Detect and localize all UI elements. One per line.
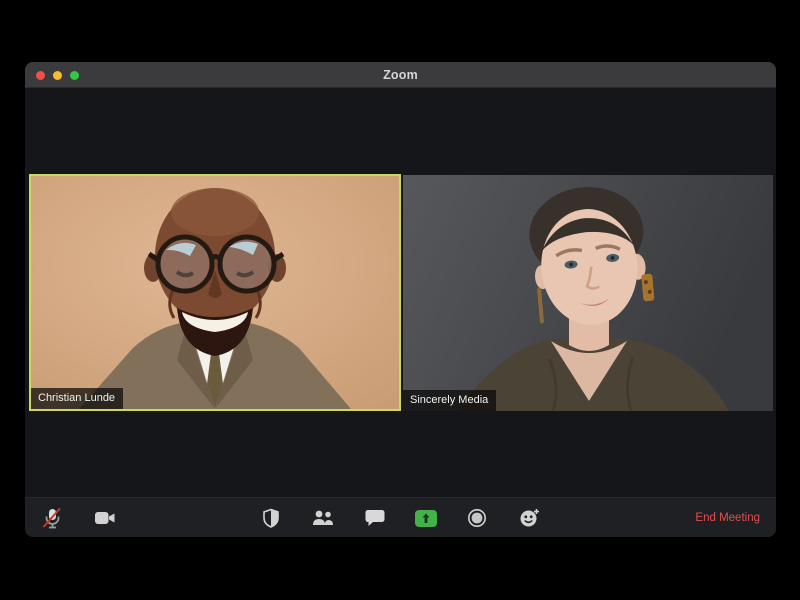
minimize-window-button[interactable] <box>53 70 62 80</box>
record-icon <box>468 509 486 527</box>
reactions-icon <box>520 509 539 527</box>
fullscreen-window-button[interactable] <box>70 70 79 80</box>
participant-video-sincerely-media <box>403 175 773 411</box>
chat-button[interactable] <box>361 504 389 532</box>
desktop: { "window": { "title": "Zoom", "controls… <box>0 0 800 600</box>
participant-name-label: Christian Lunde <box>31 388 124 409</box>
zoom-window: Zoom Christian Lunde Sincerely Media End… <box>25 62 776 537</box>
window-titlebar[interactable]: Zoom <box>25 62 776 88</box>
reactions-button[interactable] <box>515 504 543 532</box>
participants-icon <box>313 510 333 525</box>
meeting-toolbar: End Meeting <box>25 497 776 537</box>
close-window-button[interactable] <box>36 70 45 80</box>
video-tile-sincerely-media[interactable]: Sincerely Media <box>403 175 773 411</box>
security-shield-icon <box>263 508 279 528</box>
start-video-button[interactable] <box>91 504 119 532</box>
record-button[interactable] <box>463 504 491 532</box>
window-title: Zoom <box>383 67 418 82</box>
share-screen-button[interactable] <box>412 504 440 532</box>
participant-video-christian-lunde <box>31 176 399 409</box>
end-meeting-button[interactable]: End Meeting <box>695 498 760 537</box>
security-button[interactable] <box>257 504 285 532</box>
muted-mic-icon <box>42 507 61 529</box>
participants-button[interactable] <box>309 504 337 532</box>
video-camera-icon <box>95 512 115 524</box>
window-controls <box>36 62 79 88</box>
chat-bubble-icon <box>365 510 385 526</box>
participant-name-label: Sincerely Media <box>403 390 497 411</box>
share-screen-icon <box>415 509 437 527</box>
mute-button[interactable] <box>38 504 66 532</box>
video-tile-christian-lunde[interactable]: Christian Lunde <box>29 174 401 411</box>
